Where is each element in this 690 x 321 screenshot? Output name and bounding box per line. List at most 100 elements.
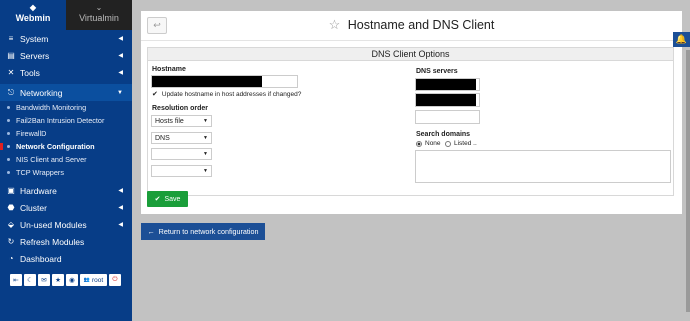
resolution-order-select-4[interactable]: ▼ [151,165,212,177]
save-button-label: Save [164,195,181,203]
logout-button[interactable]: ⏻ [109,274,121,286]
tab-virtualmin[interactable]: ⌄ Virtualmin [66,0,132,30]
sidebar-item-tools[interactable]: ✕ Tools ◀ [0,64,132,81]
sidebar-item-unused-modules[interactable]: ⬙ Un-used Modules ◀ [0,216,132,233]
tab-virtualmin-label: Virtualmin [79,13,119,23]
sidebar-toolbar: ⇤ ☾ ✉ ★ ◉ 👥 root ⏻ [10,274,121,286]
cluster-icon: ⬣ [7,203,15,212]
sidebar-subitem-label: Network Configuration [16,142,95,151]
chevron-left-icon: ◀ [118,36,123,42]
sidebar-subitem-firewalld[interactable]: FirewallD [0,127,132,140]
tools-icon: ✕ [7,68,15,77]
sidebar-item-servers[interactable]: ▤ Servers ◀ [0,47,132,64]
page-title-text: Hostname and DNS Client [347,18,495,32]
mail-button[interactable]: ✉ [38,274,50,286]
return-button-label: Return to network configuration [158,227,259,236]
sidebar-item-label: Tools [20,67,40,78]
redacted-value [416,94,476,106]
return-to-network-configuration-button[interactable]: ← Return to network configuration [141,223,265,240]
update-hosts-label: Update hostname in host addresses if cha… [161,90,302,98]
collapse-button[interactable]: ⇤ [10,274,22,286]
chevron-left-icon: ◀ [118,70,123,76]
hostname-input[interactable] [151,75,298,88]
search-domains-textarea[interactable] [415,150,671,183]
refresh-icon: ↻ [7,237,15,246]
chevron-left-icon: ◀ [118,188,123,194]
sidebar-subitem-fail2ban[interactable]: Fail2Ban Intrusion Detector [0,114,132,127]
search-none-radio[interactable]: None [416,140,441,147]
sidebar-subitem-label: FirewallD [16,129,47,138]
favorites-button[interactable]: ★ [52,274,64,286]
sidebar-item-hardware[interactable]: ▣ Hardware ◀ [0,182,132,199]
tab-webmin[interactable]: ◆ Webmin [0,0,66,30]
search-none-label: None [425,140,441,147]
sidebar-subitem-bandwidth-monitoring[interactable]: Bandwidth Monitoring [0,101,132,114]
chevron-left-icon: ◀ [118,222,123,228]
search-listed-label: Listed .. [454,140,477,147]
sidebar-subitem-label: TCP Wrappers [16,168,64,177]
sidebar-item-label: Networking [20,87,63,98]
notifications-bell-icon[interactable]: 🔔 [673,32,690,47]
dashboard-icon: ◔ [8,254,14,263]
radio-icon [445,140,451,147]
search-domains-label: Search domains [416,131,471,138]
user-label: root [92,276,104,284]
sidebar-item-label: Refresh Modules [20,236,85,247]
sidebar-item-label: Cluster [20,202,47,213]
resolution-order-select-1[interactable]: Hosts file ▼ [151,115,212,127]
webmin-logo-icon: ◆ [29,3,37,12]
star-icon[interactable]: ☆ [329,17,341,32]
user-button[interactable]: 👥 root [80,274,107,286]
redacted-value [152,76,262,87]
select-value: DNS [155,135,170,142]
dns-servers-label: DNS servers [416,68,458,75]
dropdown-arrow-icon: ▼ [203,135,208,141]
chevron-down-icon: ▼ [117,89,123,96]
resolution-order-select-3[interactable]: ▼ [151,148,212,160]
section-title: DNS Client Options [148,48,673,61]
sidebar-item-dashboard[interactable]: ◔ Dashboard [0,250,132,267]
bullet-icon [7,171,10,174]
update-hosts-checkbox[interactable]: ✔ Update hostname in host addresses if c… [152,90,302,99]
resolution-order-label: Resolution order [152,105,209,112]
dropdown-arrow-icon: ▼ [203,168,208,174]
system-icon: ≡ [8,34,14,43]
hostname-label: Hostname [152,66,186,73]
sidebar-item-system[interactable]: ≡ System ◀ [0,30,132,47]
search-listed-radio[interactable]: Listed .. [445,140,477,147]
page-title: ☆ Hostname and DNS Client [141,17,682,33]
unused-modules-icon: ⬙ [7,220,15,229]
bullet-icon [7,132,10,135]
user-icon: 👥 [83,277,91,283]
bullet-icon [7,106,10,109]
bullet-icon [7,145,10,148]
page-scrollbar[interactable] [686,50,690,312]
dns-server-3-input[interactable] [415,110,480,124]
redacted-value [416,79,476,90]
sidebar-item-label: Un-used Modules [20,219,87,230]
sidebar-item-label: System [20,33,49,44]
night-mode-button[interactable]: ☾ [24,274,36,286]
bullet-icon [7,119,10,122]
bullet-icon [7,158,10,161]
dropdown-arrow-icon: ▼ [203,151,208,157]
dns-server-2-input[interactable] [415,93,480,107]
sidebar-subitem-nis[interactable]: NIS Client and Server [0,153,132,166]
dns-server-1-input[interactable] [415,78,480,91]
radio-selected-icon [416,140,422,147]
title-divider [141,40,682,41]
chevron-down-icon: ⌄ [95,3,103,12]
sidebar-item-refresh-modules[interactable]: ↻ Refresh Modules [0,233,132,250]
theme-button[interactable]: ◉ [66,274,78,286]
sidebar-item-networking[interactable]: ⎋ Networking ▼ [0,84,132,101]
sidebar-item-cluster[interactable]: ⬣ Cluster ◀ [0,199,132,216]
resolution-order-select-2[interactable]: DNS ▼ [151,132,212,144]
hardware-icon: ▣ [7,186,15,195]
save-button[interactable]: ✔ Save [147,191,188,207]
sidebar-item-label: Hardware [20,185,57,196]
arrow-left-icon: ← [147,227,155,236]
sidebar-item-label: Servers [20,50,50,61]
select-value: Hosts file [155,118,184,125]
sidebar-subitem-network-configuration[interactable]: Network Configuration [0,140,132,153]
sidebar-subitem-tcp-wrappers[interactable]: TCP Wrappers [0,166,132,179]
